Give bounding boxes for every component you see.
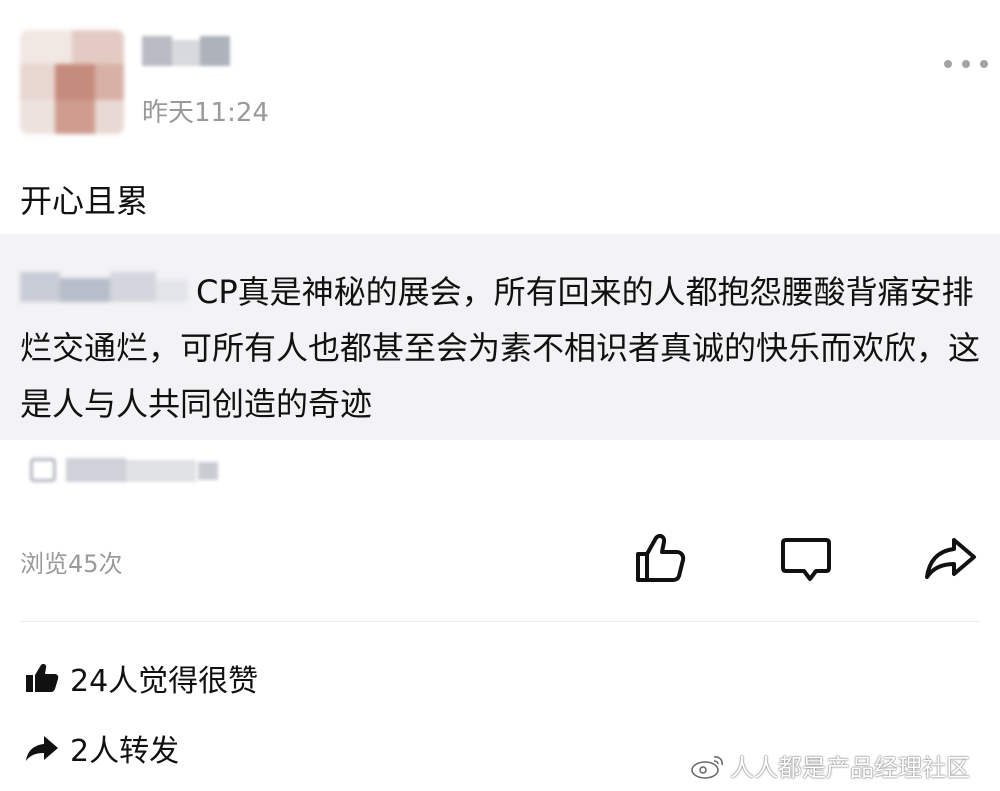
- share-button[interactable]: [920, 528, 980, 588]
- more-options-button[interactable]: [944, 54, 988, 74]
- more-dot: [962, 60, 970, 68]
- more-dot: [980, 60, 988, 68]
- reposts-summary[interactable]: 2人转发: [24, 726, 179, 770]
- share-filled-icon: [26, 736, 58, 761]
- reposts-count-text: 2人转发: [70, 734, 180, 769]
- weibo-logo-icon: [691, 755, 723, 779]
- divider: [20, 621, 980, 622]
- post-text: 开心且累: [20, 182, 149, 220]
- quoted-post-text: CP真是神秘的展会，所有回来的人都抱怨腰酸背痛安排烂交通烂，可所有人也都甚至会为…: [20, 273, 981, 423]
- comment-button[interactable]: [776, 528, 836, 588]
- username-blurred[interactable]: [142, 36, 230, 66]
- like-button[interactable]: [630, 528, 690, 588]
- link-card-blurred[interactable]: [22, 452, 222, 488]
- likes-summary[interactable]: 24人觉得很赞: [24, 656, 258, 700]
- view-count: 浏览45次: [20, 550, 123, 578]
- comment-icon: [781, 538, 831, 581]
- avatar[interactable]: [20, 30, 124, 134]
- watermark: 人人都是产品经理社区: [690, 748, 970, 783]
- thumbs-up-filled-icon: [26, 664, 59, 692]
- more-dots-icon: [944, 60, 952, 68]
- post-timestamp: 昨天11:24: [142, 98, 269, 128]
- likes-count-text: 24人觉得很赞: [70, 664, 259, 699]
- thumbs-up-icon: [636, 533, 686, 582]
- watermark-text: 人人都是产品经理社区: [730, 754, 970, 782]
- share-icon: [925, 538, 976, 579]
